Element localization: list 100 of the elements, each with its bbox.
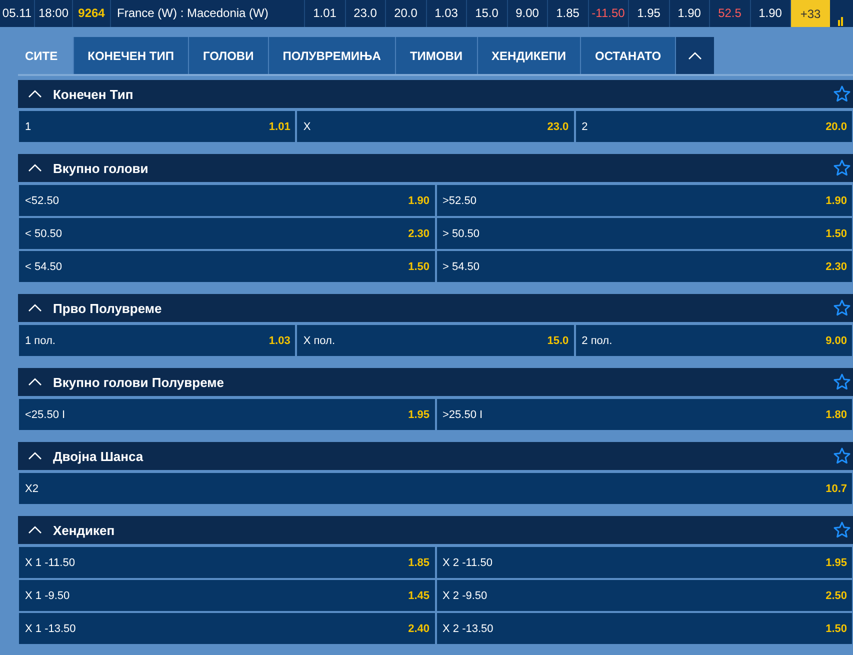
outcome-label: X 1 -9.50 xyxy=(25,590,70,602)
outcome-label: X пол. xyxy=(303,334,336,346)
tab[interactable]: ГОЛОВИ xyxy=(188,37,268,74)
tab[interactable]: ХЕНДИКЕПИ xyxy=(476,37,580,74)
odds-cell[interactable]: 2 пол. 9.00 xyxy=(576,325,852,356)
tab[interactable]: КОНЕЧЕН ТИП xyxy=(72,37,188,74)
market-title: Вкупно голови xyxy=(53,160,150,176)
odds-value: 2.30 xyxy=(826,260,847,272)
odds-value[interactable]: 1.01 xyxy=(305,0,346,27)
odds-cell[interactable]: >52.50 1.90 xyxy=(436,185,852,216)
market-header[interactable]: Вкупно голови Полувреме xyxy=(18,368,853,396)
outcome-label: 2 пол. xyxy=(582,334,612,346)
odds-value: 2.40 xyxy=(408,622,430,634)
tab[interactable]: ОСТАНАТО xyxy=(580,37,676,74)
star-icon[interactable] xyxy=(833,159,851,177)
odds-value: 1.50 xyxy=(408,260,430,272)
odds-value[interactable]: 23.0 xyxy=(346,0,386,27)
caret-up-icon[interactable] xyxy=(28,89,42,99)
odds-value: 2.30 xyxy=(408,228,430,240)
odds-value[interactable]: 1.03 xyxy=(426,0,467,27)
odds-value[interactable]: 20.0 xyxy=(386,0,426,27)
odds-value[interactable]: -11.50 xyxy=(588,0,629,27)
outcome-label: >25.50 I xyxy=(442,408,483,420)
odds-cell[interactable]: >25.50 I 1.80 xyxy=(436,399,852,430)
star-icon[interactable] xyxy=(833,373,851,391)
outcome-label: X 1 -11.50 xyxy=(25,556,75,568)
odds-cell[interactable]: <52.50 1.90 xyxy=(19,185,434,216)
odds-value: 1.03 xyxy=(268,334,290,346)
odds-value: 1.80 xyxy=(826,408,847,420)
star-icon[interactable] xyxy=(833,299,851,317)
collapse-tabs-button[interactable] xyxy=(675,37,714,74)
odds-value: 1.90 xyxy=(408,194,430,206)
odds-cell[interactable]: X2 10.7 xyxy=(19,473,852,504)
outcome-label: 1 пол. xyxy=(25,334,56,346)
market-header[interactable]: Вкупно голови xyxy=(18,154,853,182)
outcome-label: 2 xyxy=(582,120,588,132)
odds-value: 1.90 xyxy=(826,194,847,206)
caret-up-icon[interactable] xyxy=(28,163,42,173)
outcome-label: >52.50 xyxy=(442,194,476,206)
odds-cell[interactable]: X 2 -9.50 2.50 xyxy=(436,580,852,611)
star-icon[interactable] xyxy=(833,85,851,103)
odds-cell[interactable]: 1 1.01 xyxy=(19,111,296,142)
odds-value[interactable]: 15.0 xyxy=(467,0,508,27)
odds-cell[interactable]: X 1 -11.50 1.85 xyxy=(19,547,434,578)
outcome-label: <52.50 xyxy=(25,194,59,206)
odds-value: 1.95 xyxy=(826,556,847,568)
odds-cell[interactable]: > 50.50 1.50 xyxy=(436,218,852,249)
market-header[interactable]: Прво Полувреме xyxy=(18,294,853,322)
odds-value[interactable]: 52.5 xyxy=(710,0,750,27)
odds-value[interactable]: 1.95 xyxy=(629,0,670,27)
outcome-label: X 2 -9.50 xyxy=(442,590,488,602)
tab[interactable]: ПОЛУВРЕМИЊА xyxy=(268,37,395,74)
outcome-label: < 50.50 xyxy=(25,228,62,240)
odds-value: 15.0 xyxy=(547,334,569,346)
outcome-label: X2 xyxy=(25,482,38,494)
more-markets-button[interactable]: +33 xyxy=(791,0,830,27)
match-time: 18:00 xyxy=(35,0,73,27)
caret-up-icon[interactable] xyxy=(28,451,42,461)
odds-cell[interactable]: 1 пол. 1.03 xyxy=(19,325,296,356)
outcome-label: > 50.50 xyxy=(442,228,480,240)
odds-cell[interactable]: > 54.50 2.30 xyxy=(436,251,852,282)
odds-value[interactable]: 1.90 xyxy=(670,0,710,27)
market-header[interactable]: Двојна Шанса xyxy=(18,442,853,470)
market-title: Вкупно голови Полувреме xyxy=(53,374,225,390)
match-code: 9264 xyxy=(73,0,111,27)
odds-value: 10.7 xyxy=(826,482,847,494)
odds-cell[interactable]: X 2 -13.50 1.50 xyxy=(436,613,852,644)
market-title: Хендикеп xyxy=(53,522,116,538)
star-icon[interactable] xyxy=(833,521,851,539)
odds-value[interactable]: 1.85 xyxy=(548,0,588,27)
caret-up-icon[interactable] xyxy=(28,303,42,313)
odds-value: 1.50 xyxy=(826,622,847,634)
odds-cell[interactable]: X пол. 15.0 xyxy=(297,325,574,356)
match-name[interactable]: France (W) : Macedonia (W) xyxy=(111,0,305,27)
odds-value: 9.00 xyxy=(826,334,847,346)
outcome-label: X 1 -13.50 xyxy=(25,622,76,634)
match-date: 05.11 xyxy=(0,0,35,27)
odds-value: 1.50 xyxy=(826,228,847,240)
odds-cell[interactable]: X 1 -9.50 1.45 xyxy=(19,580,434,611)
odds-cell[interactable]: < 54.50 1.50 xyxy=(19,251,434,282)
caret-up-icon[interactable] xyxy=(28,525,42,535)
odds-cell[interactable]: X 1 -13.50 2.40 xyxy=(19,613,434,644)
outcome-label: < 54.50 xyxy=(25,260,62,272)
odds-cell[interactable]: 2 20.0 xyxy=(576,111,852,142)
odds-value: 23.0 xyxy=(547,120,569,132)
odds-value: 1.01 xyxy=(268,120,290,132)
odds-value: 1.85 xyxy=(408,556,430,568)
caret-up-icon[interactable] xyxy=(28,377,42,387)
odds-cell[interactable]: <25.50 I 1.95 xyxy=(19,399,434,430)
outcome-label: X 2 -13.50 xyxy=(442,622,494,634)
odds-value[interactable]: 9.00 xyxy=(508,0,548,27)
odds-cell[interactable]: < 50.50 2.30 xyxy=(19,218,434,249)
tab[interactable]: ТИМОВИ xyxy=(394,37,477,74)
outcome-label: <25.50 I xyxy=(25,408,66,420)
bar-chart-icon[interactable] xyxy=(838,16,844,26)
odds-cell[interactable]: X 23.0 xyxy=(297,111,574,142)
star-icon[interactable] xyxy=(833,447,851,465)
odds-cell[interactable]: X 2 -11.50 1.95 xyxy=(436,547,852,578)
market-header[interactable]: Хендикеп xyxy=(18,516,853,544)
market-header[interactable]: Конечен Тип xyxy=(18,80,853,108)
